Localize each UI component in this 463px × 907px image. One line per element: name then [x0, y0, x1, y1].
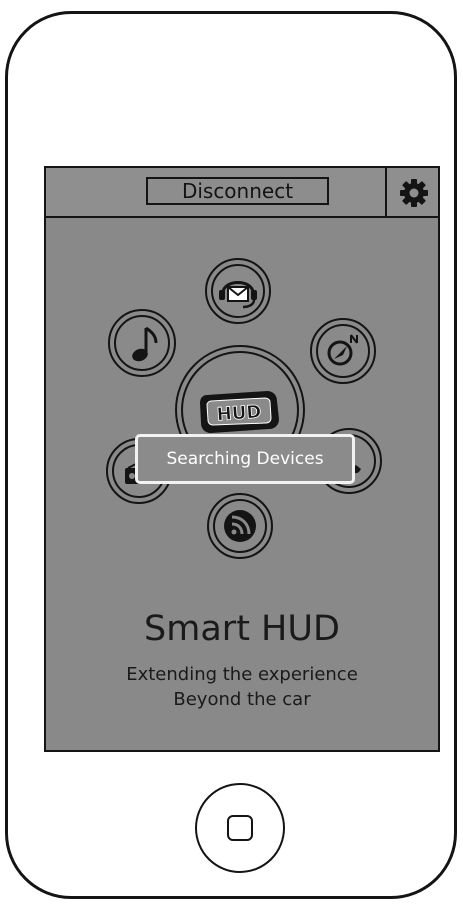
- app-subtitle-line2: Beyond the car: [173, 689, 311, 710]
- navigation-button[interactable]: [310, 318, 376, 384]
- rss-feed-icon: [224, 510, 256, 542]
- app-screen: Disconnect HUD Searching Devices Smart H…: [44, 166, 440, 752]
- hud-label: HUD: [216, 401, 262, 425]
- feed-button[interactable]: [207, 493, 273, 559]
- disconnect-button[interactable]: Disconnect: [146, 177, 329, 205]
- headset-mail-icon: [219, 281, 257, 309]
- settings-button[interactable]: [385, 168, 438, 216]
- home-square-icon: [227, 815, 253, 841]
- gear-icon: [400, 179, 428, 207]
- top-bar: Disconnect: [46, 168, 438, 218]
- music-note-icon: [132, 326, 158, 362]
- home-button[interactable]: [195, 783, 285, 873]
- compass-icon: [327, 334, 358, 366]
- searching-devices-toast: Searching Devices: [135, 434, 355, 484]
- music-button[interactable]: [108, 309, 176, 377]
- messages-button[interactable]: [205, 258, 271, 324]
- hud-display-icon: HUD: [200, 391, 279, 433]
- app-subtitle-line1: Extending the experience: [126, 664, 358, 685]
- app-title: Smart HUD: [144, 609, 340, 649]
